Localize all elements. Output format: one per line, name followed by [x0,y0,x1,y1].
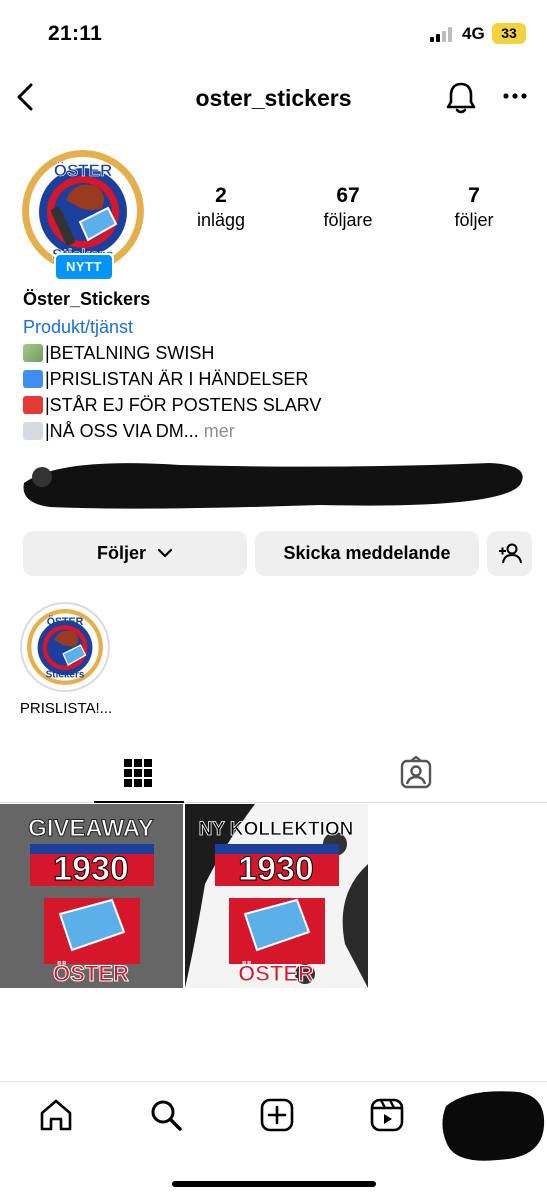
redacted-followers-line[interactable] [20,455,530,515]
bio-line: |NÅ OSS VIA DM... mer [23,421,235,442]
stat-followers-label: följare [323,210,373,230]
post-thumbnail[interactable]: GIVEAWAY 1930 ÖSTER [0,804,183,988]
bio-text: |PRISLISTAN ÄR I HÄNDELSER [45,369,309,389]
status-time: 21:11 [48,22,103,45]
bio-line: |STÅR EJ FÖR POSTENS SLARV [23,395,321,416]
bottom-nav-divider [0,1081,547,1082]
display-name: Öster_Stickers [23,289,151,309]
chevron-down-icon [157,548,173,558]
highlight-cover[interactable]: ÖSTER Stickers [27,609,103,685]
money-icon [23,344,43,362]
svg-text:ÖSTER: ÖSTER [47,615,84,628]
svg-text:ÖSTER: ÖSTER [54,161,113,180]
stat-followers[interactable]: 67 följare [288,184,408,231]
active-tab-indicator [94,801,184,803]
create-post-icon[interactable] [259,1097,295,1133]
bell-icon[interactable] [444,80,478,116]
new-badge: NYTT [54,253,114,281]
home-indicator [172,1181,376,1187]
profile-category[interactable]: Produkt/tjänst [23,317,133,338]
svg-text:Stickers: Stickers [46,670,85,681]
bio-line: |PRISLISTAN ÄR I HÄNDELSER [23,369,308,390]
reels-icon[interactable] [369,1097,405,1133]
post-year: 1930 [53,850,129,888]
post-headline: NY KOLLEKTION [199,819,354,840]
stat-posts-label: inlägg [196,210,246,230]
post-club-name: ÖSTER [53,961,129,986]
stat-following-value: 7 [468,184,480,207]
post-thumbnail[interactable]: NY KOLLEKTION 1930 ÖSTER [185,804,368,988]
grid-icon[interactable] [122,757,154,789]
tagged-icon[interactable] [399,756,433,790]
bio-text: |BETALNING SWISH [45,343,215,363]
post-year: 1930 [238,850,314,888]
message-button[interactable]: Skicka meddelande [255,531,479,576]
post-club-name: ÖSTER [238,961,314,986]
stat-posts[interactable]: 2 inlägg [161,184,281,231]
bio-more-link[interactable]: mer [204,421,235,441]
bio-text: |NÅ OSS VIA DM... [45,421,199,441]
bio-text: |STÅR EJ FÖR POSTENS SLARV [45,395,322,415]
home-icon[interactable] [38,1097,74,1133]
stat-followers-value: 67 [336,184,360,207]
network-type: 4G [462,24,485,43]
signal-icon [430,26,456,42]
profile-avatar-redacted[interactable] [438,1086,547,1166]
message-button-label: Skicka meddelande [283,543,451,563]
more-options-icon[interactable] [502,89,528,103]
suggest-user-button[interactable] [487,531,532,576]
tabs-divider [0,802,547,803]
stat-posts-value: 2 [215,184,227,207]
arrow-down-icon [23,370,43,388]
highlight-label: PRISLISTA!... [19,700,113,717]
search-icon[interactable] [148,1097,184,1133]
oster-stickers-logo: ÖSTER Stickers [27,609,103,685]
post-headline: GIVEAWAY [28,815,154,842]
siren-icon [23,396,43,414]
stat-following[interactable]: 7 följer [414,184,534,231]
following-button-label: Följer [96,543,146,563]
battery-icon: 33 [492,23,526,44]
following-button[interactable]: Följer [23,531,247,576]
battery-level: 33 [501,25,517,41]
bio-line: |BETALNING SWISH [23,343,214,364]
add-person-icon [498,543,522,564]
stat-following-label: följer [454,210,494,230]
envelope-icon [23,422,43,440]
